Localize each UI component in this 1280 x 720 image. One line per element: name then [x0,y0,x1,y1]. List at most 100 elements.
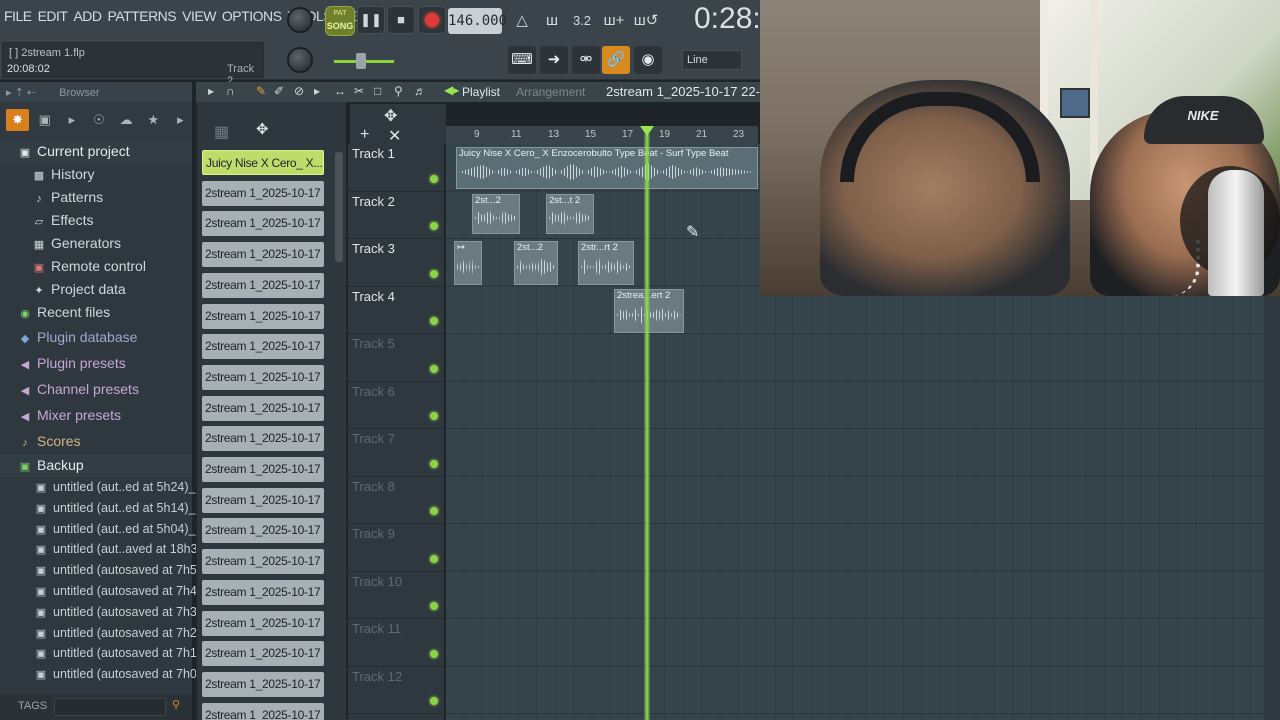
audio-clip[interactable]: 2st...2 [472,194,520,234]
menu-edit[interactable]: EDIT [38,8,68,24]
tree-generators[interactable]: ▦ Generators [0,232,192,255]
magnet-icon[interactable]: ∩ [226,84,235,98]
backup-file[interactable]: ▣ untitled (autosaved at 7h32) [0,602,208,623]
tree-history[interactable]: ▩ History [0,163,192,186]
tree-recent-files[interactable]: ◉ Recent files [0,301,192,324]
wait-for-input-icon[interactable]: ш [538,8,566,34]
track-header[interactable]: Track 12 [348,667,444,714]
picker-item[interactable]: 2stream 1_2025-10-17 2... [202,549,324,575]
picker-item[interactable]: 2stream 1_2025-10-17 2... [202,426,324,452]
tree-patterns[interactable]: ♪ Patterns [0,186,192,209]
close-icon[interactable]: ✕ [388,126,401,146]
tree-scores[interactable]: ♪ Scores [0,428,192,454]
stamp-button[interactable]: ◉ [634,46,662,74]
next-button[interactable]: ➜ [540,46,568,74]
master-volume-handle[interactable] [356,53,366,69]
picker-scrollbar[interactable] [335,152,343,262]
menu-file[interactable]: FILE [4,8,32,24]
track-header[interactable]: Track 5 [348,334,444,382]
menu-view[interactable]: VIEW [182,8,216,24]
track-mute-led[interactable] [430,412,438,420]
timeline-ruler[interactable]: 9 11 13 15 17 19 21 23 [446,126,758,144]
picker-item[interactable]: 2stream 1_2025-10-17 2... [202,671,324,697]
track-header[interactable]: Track 10 [348,572,444,619]
playhead[interactable] [644,134,650,720]
audio-clip[interactable]: Juicy Nise X Cero_ X Enzocerobulto Type … [456,147,758,189]
menu-patterns[interactable]: PATTERNS [108,8,177,24]
song-position-display[interactable]: 0:28: [694,2,761,36]
track-mute-led[interactable] [430,222,438,230]
picker-grid-icon[interactable]: ▦ [214,122,229,142]
backup-file[interactable]: ▣ untitled (aut..ed at 5h14)_2 [0,498,203,519]
picker-item-selected[interactable]: Juicy Nise X Cero_ X... [202,150,324,175]
picker-item[interactable]: 2stream 1_2025-10-17 2... [202,702,324,720]
picker-item[interactable]: 2stream 1_2025-10-17 2... [202,610,324,636]
speaker-icon[interactable]: ♬ [414,84,426,98]
picker-item[interactable]: 2stream 1_2025-10-17 2... [202,579,324,605]
track-header[interactable]: Track 7 [348,429,444,477]
picker-item[interactable]: 2stream 1_2025-10-17 2... [202,395,324,421]
countdown-icon[interactable]: 3.2 [568,8,596,34]
slip-icon[interactable]: ↔ [334,84,346,98]
track-header[interactable]: Track 11 [348,619,444,667]
track-mute-led[interactable] [430,364,438,373]
zoom-icon[interactable]: ⚲ [394,84,403,98]
backup-file[interactable]: ▣ untitled (aut..aved at 18h38) [0,539,209,560]
picker-item[interactable]: 2stream 1_2025-10-17 2... [202,242,324,268]
snap-select[interactable]: Line [682,50,742,70]
metronome-icon[interactable]: △ [508,8,536,34]
track-header[interactable]: Track 3 [348,239,444,287]
step-edit-icon[interactable]: ш+ [600,8,628,34]
tree-project-data[interactable]: ✦ Project data [0,278,192,301]
audio-clip[interactable]: 2st...t 2 [546,194,594,234]
cloud-icon[interactable]: ☁ [115,109,138,131]
tree-plugin-presets[interactable]: ◀ Plugin presets [0,350,192,376]
backup-file[interactable]: ▣ untitled (autosaved at 7h52) [0,560,208,581]
picker-item[interactable]: 2stream 1_2025-10-17 2... [202,487,324,513]
picker-item[interactable]: 2stream 1_2025-10-17 2... [202,364,324,390]
picker-item[interactable]: 2stream 1_2025-10-17 2... [202,180,324,206]
backup-file[interactable]: ▣ untitled (aut..ed at 5h04)_2 [0,519,203,540]
stop-button[interactable]: ■ [387,6,415,34]
audio-clip[interactable]: 2st...2 [514,241,558,285]
backup-file[interactable]: ▣ untitled (autosaved at 7h42) [0,581,208,602]
record-button[interactable] [418,6,446,34]
audio-clip[interactable]: 2str...rt 2 [578,241,634,285]
select-icon[interactable]: □ [374,84,381,98]
track-mute-led[interactable] [430,554,438,563]
chevron-right-icon[interactable]: ▸ [169,109,192,131]
track-mute-led[interactable] [430,697,438,705]
star-icon[interactable]: ★ [142,109,165,131]
speaker-icon[interactable]: ▸ [60,109,83,131]
pattern-song-toggle[interactable]: PAT SONG [325,6,355,36]
track-mute-led[interactable] [430,317,438,325]
master-pitch-knob[interactable] [287,47,313,73]
playlist-arrow-icon[interactable]: ◀▸ [444,83,459,97]
playlist-scrollbar[interactable] [1264,296,1280,720]
track-mute-led[interactable] [430,174,438,183]
picker-item[interactable]: 2stream 1_2025-10-17 2... [202,334,324,360]
menu-options[interactable]: OPTIONS [222,8,282,24]
picker-item[interactable]: 2stream 1_2025-10-17 2... [202,518,324,544]
track-mute-led[interactable] [430,459,438,468]
slice-icon[interactable]: ✂ [354,84,364,98]
picker-item[interactable]: 2stream 1_2025-10-17 2... [202,303,324,329]
backup-file[interactable]: ▣ untitled (autosaved at 7h22) [0,623,208,644]
picker-move-icon[interactable]: ✥ [256,120,269,138]
play-icon[interactable]: ▸ [208,84,214,98]
search-icon[interactable]: ⚲ [172,698,180,711]
track-header[interactable]: Track 6 [348,382,444,429]
track-header[interactable]: Track 8 [348,477,444,524]
backup-file[interactable]: ▣ untitled (autosaved at 7h02) [0,664,208,685]
track-mute-led[interactable] [430,507,438,515]
tree-remote-control[interactable]: ▣ Remote control [0,255,192,278]
track-mute-led[interactable] [430,649,438,658]
picker-item[interactable]: 2stream 1_2025-10-17 2... [202,641,324,667]
mute-icon[interactable]: ▸ [314,84,320,98]
backup-file[interactable]: ▣ untitled (aut..ed at 5h24)_2 [0,477,203,498]
picker-item[interactable]: 2stream 1_2025-10-17 2... [202,272,324,298]
tags-input[interactable] [54,698,166,716]
track-header[interactable]: Track 1 [348,144,444,192]
piano-roll-button[interactable]: ⌨ [508,46,536,74]
master-volume-knob[interactable] [287,7,313,33]
